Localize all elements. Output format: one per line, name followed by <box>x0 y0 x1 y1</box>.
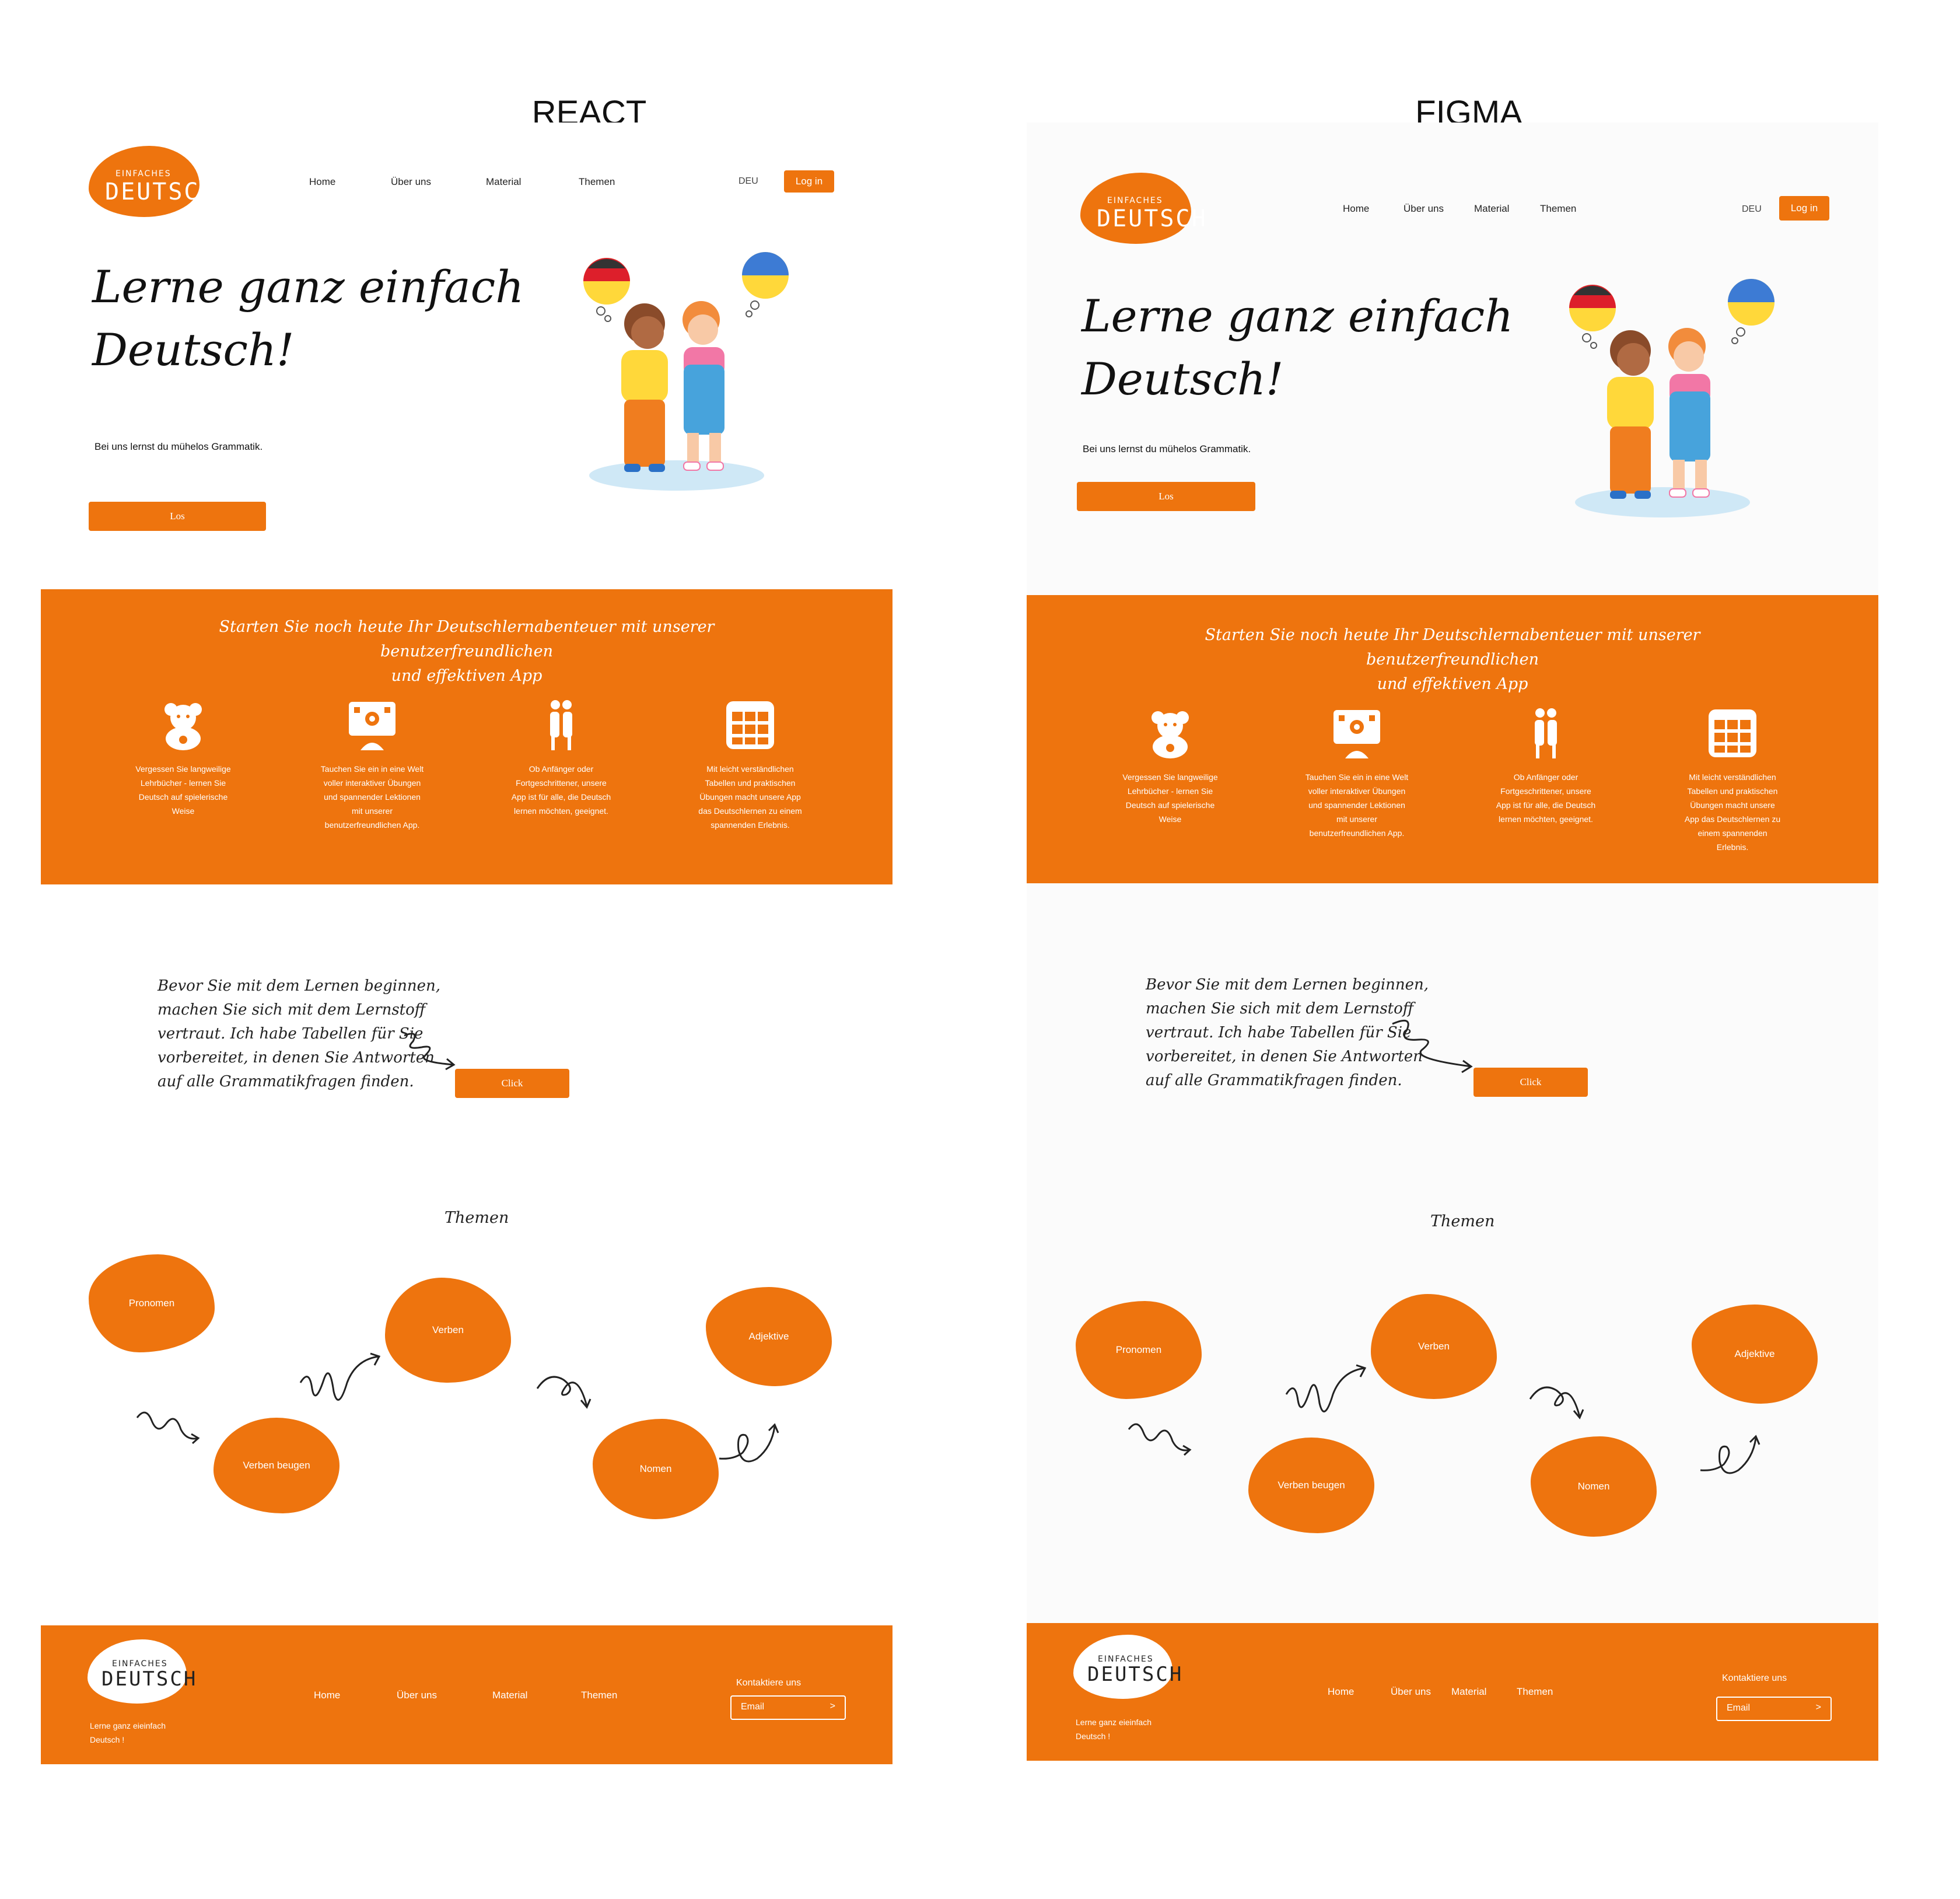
nav-about[interactable]: Über uns <box>1404 203 1444 215</box>
topic-nomen[interactable]: Nomen <box>593 1419 719 1519</box>
table-grid-icon <box>1709 709 1756 757</box>
email-field[interactable]: Email > <box>1716 1697 1832 1721</box>
footer-nav-material[interactable]: Material <box>492 1690 527 1701</box>
language-selector[interactable]: DEU <box>1742 204 1762 215</box>
promo-title: Starten Sie noch heute Ihr Deutschlernab… <box>219 618 715 685</box>
wavy-arrow-icon <box>136 1411 200 1445</box>
intro-text: Bevor Sie mit dem Lernen beginnen, mache… <box>158 977 441 1090</box>
squiggle-arrow-icon <box>1392 1019 1473 1073</box>
curl-arrow-icon <box>1700 1435 1760 1474</box>
react-panel: EINFACHES DEUTSCH Home Über uns Material… <box>41 123 892 1764</box>
nav-material[interactable]: Material <box>486 176 521 188</box>
footer-tagline: Lerne ganz eieinfach Deutsch ! <box>90 1721 166 1744</box>
promo-section: Starten Sie noch heute Ihr Deutschlernab… <box>1027 595 1878 883</box>
footer-nav-topics[interactable]: Themen <box>1517 1686 1553 1698</box>
loop-arrow-icon <box>1529 1386 1584 1419</box>
feature-card: Ob Anfänger oder Fortgeschrittener, unse… <box>1488 707 1604 826</box>
app-screen-icon <box>349 702 396 750</box>
feature-card: Tauchen Sie ein in eine Welt voller inte… <box>1298 707 1415 840</box>
nav-about[interactable]: Über uns <box>391 176 431 188</box>
topic-nomen[interactable]: Nomen <box>1531 1436 1657 1537</box>
people-icon <box>550 700 572 750</box>
topic-adjektive[interactable]: Adjektive <box>1692 1305 1818 1404</box>
wavy-arrow-icon <box>1128 1423 1192 1456</box>
hero-headline: Lerne ganz einfach Deutsch! <box>92 261 524 376</box>
feature-card: Mit leicht verständlichen Tabellen und p… <box>692 699 808 832</box>
nav-material[interactable]: Material <box>1474 203 1509 215</box>
footer-nav-material[interactable]: Material <box>1451 1686 1486 1698</box>
people-icon <box>1535 708 1557 758</box>
hero-headline: Lerne ganz einfach Deutsch! <box>1082 290 1514 405</box>
app-screen-icon <box>1334 710 1380 758</box>
topic-pronomen[interactable]: Pronomen <box>1076 1301 1202 1399</box>
topic-verben[interactable]: Verben <box>385 1278 511 1383</box>
hero-subline: Bei uns lernst du mühelos Grammatik. <box>1083 443 1251 454</box>
footer-nav-home[interactable]: Home <box>314 1690 340 1701</box>
contact-label: Kontaktiere uns <box>736 1678 802 1688</box>
topic-pronomen[interactable]: Pronomen <box>89 1254 215 1352</box>
login-button[interactable]: Log in <box>784 170 834 193</box>
topic-adjektive[interactable]: Adjektive <box>706 1287 832 1386</box>
topic-verben-beugen[interactable]: Verben beugen <box>1248 1438 1374 1533</box>
topic-verben[interactable]: Verben <box>1371 1294 1497 1399</box>
footer-tagline: Lerne ganz eieinfach Deutsch ! <box>1076 1718 1152 1741</box>
login-button[interactable]: Log in <box>1779 196 1829 221</box>
click-button[interactable]: Click <box>455 1069 569 1098</box>
kids-illustration <box>583 252 789 491</box>
email-field[interactable]: Email > <box>730 1695 846 1720</box>
feature-card: Vergessen Sie langweilige Lehrbücher - l… <box>1112 707 1228 826</box>
intro-text: Bevor Sie mit dem Lernen beginnen, mache… <box>1146 976 1429 1089</box>
nav-home[interactable]: Home <box>309 176 335 188</box>
footer-logo[interactable]: EINFACHES DEUTSCH <box>1073 1635 1181 1699</box>
footer: EINFACHES DEUTSCH Lerne ganz eieinfach D… <box>1027 1623 1878 1761</box>
brand-logo[interactable]: EINFACHES DEUTSCH <box>1080 173 1206 244</box>
nav-home[interactable]: Home <box>1343 203 1369 215</box>
feature-card: Ob Anfänger oder Fortgeschrittener, unse… <box>503 699 620 818</box>
chevron-right-icon[interactable]: > <box>1816 1702 1821 1713</box>
contact-label: Kontaktiere uns <box>1722 1673 1787 1683</box>
los-button[interactable]: Los <box>89 502 266 531</box>
topic-verben-beugen[interactable]: Verben beugen <box>214 1418 340 1513</box>
language-selector[interactable]: DEU <box>738 176 758 187</box>
footer-nav-about[interactable]: Über uns <box>1391 1686 1431 1698</box>
loop-arrow-icon <box>536 1376 592 1409</box>
teddy-bear-icon <box>164 703 202 750</box>
feature-card: Vergessen Sie langweilige Lehrbücher - l… <box>125 699 242 818</box>
zigzag-arrow-icon <box>299 1352 381 1401</box>
teddy-bear-icon <box>1152 711 1189 758</box>
nav-topics[interactable]: Themen <box>1540 203 1576 215</box>
footer-nav-topics[interactable]: Themen <box>581 1690 617 1701</box>
feature-card: Tauchen Sie ein in eine Welt voller inte… <box>314 699 430 832</box>
click-button[interactable]: Click <box>1474 1068 1588 1097</box>
promo-title: Starten Sie noch heute Ihr Deutschlernab… <box>1205 626 1700 693</box>
zigzag-arrow-icon <box>1285 1364 1367 1412</box>
feature-card: Mit leicht verständlichen Tabellen und p… <box>1674 707 1791 854</box>
footer-nav-about[interactable]: Über uns <box>397 1690 437 1701</box>
nav-topics[interactable]: Themen <box>579 176 615 188</box>
kids-illustration <box>1569 279 1774 517</box>
figma-panel: EINFACHES DEUTSCH Home Über uns Material… <box>1027 123 1878 1761</box>
curl-arrow-icon <box>719 1423 779 1463</box>
topics-title: Themen <box>444 1209 509 1227</box>
footer-nav-home[interactable]: Home <box>1328 1686 1354 1698</box>
promo-section: Starten Sie noch heute Ihr Deutschlernab… <box>41 589 892 884</box>
brand-logo[interactable]: EINFACHES DEUTSCH <box>89 146 214 217</box>
footer: EINFACHES DEUTSCH Lerne ganz eieinfach D… <box>41 1625 892 1764</box>
squiggle-arrow-icon <box>404 1033 456 1071</box>
footer-logo[interactable]: EINFACHES DEUTSCH <box>88 1639 195 1704</box>
table-grid-icon <box>726 701 774 749</box>
chevron-right-icon[interactable]: > <box>830 1701 835 1712</box>
hero-subline: Bei uns lernst du mühelos Grammatik. <box>94 441 263 452</box>
topics-title: Themen <box>1430 1212 1495 1230</box>
los-button[interactable]: Los <box>1077 482 1255 511</box>
